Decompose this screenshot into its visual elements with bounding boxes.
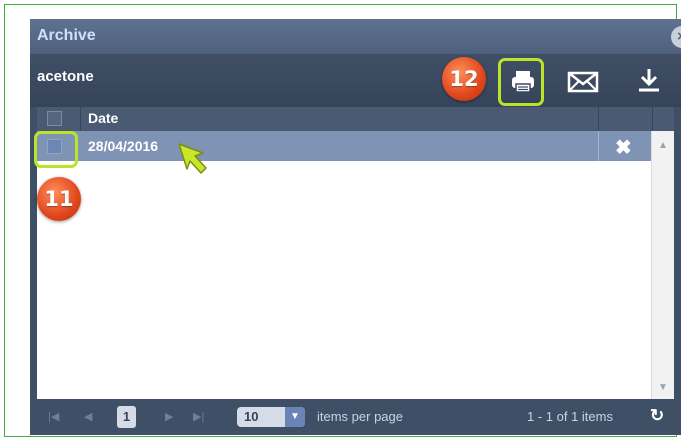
scroll-up-arrow[interactable]: ▲ [658,140,668,151]
column-divider [598,131,599,161]
prev-page-button[interactable]: ◀ [84,410,92,423]
pager-info: 1 - 1 of 1 items [527,409,613,424]
pointer-arrow-icon [178,143,207,174]
archive-window: Archive × acetone [30,19,681,435]
refresh-icon[interactable]: ↻ [650,406,664,426]
column-divider [598,107,599,131]
print-highlight [498,58,544,106]
window-titlebar: Archive × [30,19,681,54]
close-icon[interactable]: × [671,26,681,48]
column-header-date[interactable]: Date [88,110,118,126]
page-size-select[interactable]: 10 ▼ [237,407,305,427]
row-date: 28/04/2016 [88,138,159,154]
download-icon [639,69,659,92]
table-row[interactable]: 28/04/2016 ✖ [37,131,651,161]
toolbar: acetone [30,54,681,107]
download-button[interactable] [630,62,668,100]
toolbar-label: acetone [37,68,94,85]
window-title: Archive [37,27,96,44]
step-badge-12: 12 [442,57,486,101]
column-divider [652,107,653,131]
vertical-scrollbar[interactable]: ▲ ▼ [651,131,674,399]
column-divider [80,107,81,131]
grid-body: 28/04/2016 ✖ [37,131,651,399]
page-size-value: 10 [244,409,259,424]
envelope-icon [567,71,599,93]
grid-header: Date [37,107,674,132]
checkbox-highlight [34,131,78,168]
next-page-button[interactable]: ▶ [165,410,173,423]
chevron-down-icon[interactable]: ▼ [285,407,305,427]
current-page[interactable]: 1 [117,406,136,428]
pager: |◀ ◀ 1 ▶ ▶| 10 ▼ items per page 1 - 1 of… [37,399,674,435]
delete-icon[interactable]: ✖ [615,135,632,160]
step-badge-11: 11 [37,177,81,221]
first-page-button[interactable]: |◀ [48,410,59,423]
scroll-down-arrow[interactable]: ▼ [658,382,668,393]
email-button[interactable] [564,62,602,100]
select-all-checkbox[interactable] [47,111,62,126]
last-page-button[interactable]: ▶| [193,410,204,423]
items-per-page-label: items per page [317,409,403,424]
